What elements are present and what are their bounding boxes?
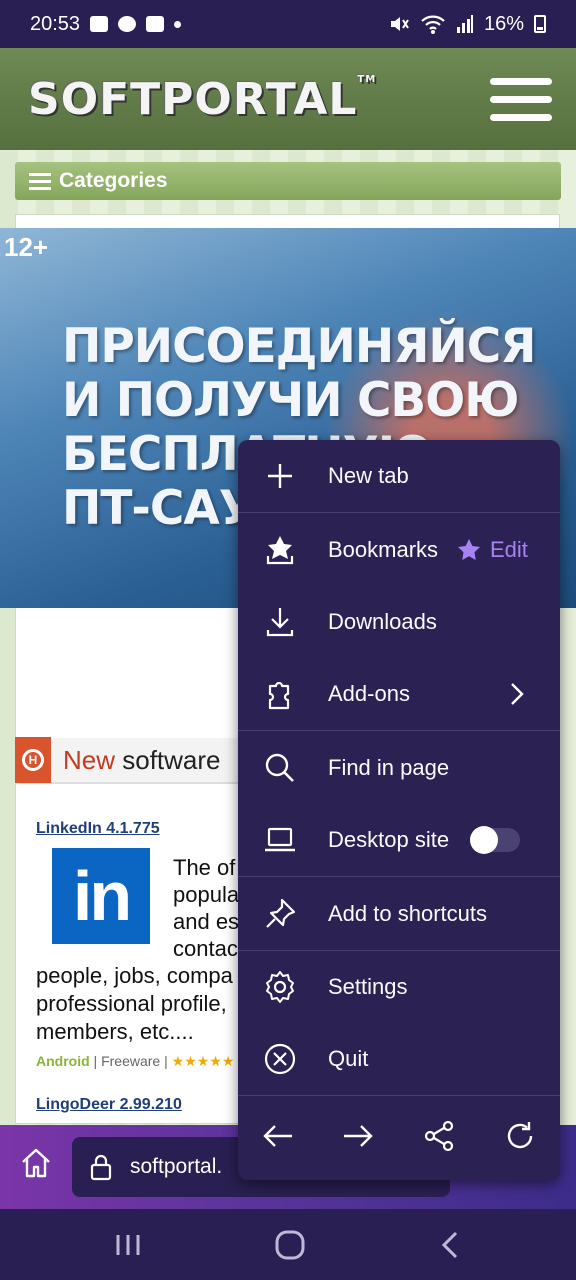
program-link-linkedin[interactable]: LinkedIn 4.1.775 bbox=[36, 820, 160, 838]
download-icon bbox=[266, 608, 294, 637]
site-logo[interactable]: SOFTPORTALTM bbox=[28, 74, 376, 125]
back-button-icon[interactable] bbox=[432, 1227, 472, 1263]
program-meta: Android | Freeware | ★★★★★ bbox=[36, 1053, 235, 1069]
gear-icon bbox=[266, 971, 294, 1003]
battery-icon bbox=[534, 15, 546, 33]
menu-item-add-to-shortcuts[interactable]: Add to shortcuts bbox=[238, 878, 560, 950]
home-icon[interactable] bbox=[18, 1145, 54, 1181]
browser-overflow-menu: New tab Bookmarks Edit Downloads Add-ons bbox=[238, 440, 560, 1180]
signal-icon bbox=[456, 15, 473, 33]
menu-nav-row bbox=[238, 1100, 560, 1172]
menu-item-desktop-site[interactable]: Desktop site bbox=[238, 804, 560, 876]
menu-item-downloads[interactable]: Downloads bbox=[238, 586, 560, 658]
categories-label: Categories bbox=[59, 169, 168, 192]
url-text: softportal. bbox=[130, 1155, 223, 1178]
mute-icon bbox=[390, 17, 409, 31]
more-notifications-icon bbox=[174, 20, 182, 28]
back-arrow-icon[interactable] bbox=[260, 1118, 296, 1154]
status-bar: 20:53 16% bbox=[0, 0, 576, 48]
menu-item-quit[interactable]: Quit bbox=[238, 1023, 560, 1095]
video-notification-icon bbox=[146, 16, 165, 32]
categories-bar[interactable]: Categories bbox=[15, 162, 561, 200]
program-description: professional profile, bbox=[36, 991, 227, 1016]
laptop-icon bbox=[265, 827, 295, 852]
site-menu-icon[interactable] bbox=[490, 77, 552, 121]
new-software-heading: H New software bbox=[15, 737, 255, 784]
menu-item-settings[interactable]: Settings bbox=[238, 951, 560, 1023]
menu-item-find-in-page[interactable]: Find in page bbox=[238, 732, 560, 804]
chevron-right-icon bbox=[511, 683, 524, 705]
divider bbox=[238, 730, 560, 731]
pin-icon bbox=[266, 898, 296, 928]
menu-item-add-ons[interactable]: Add-ons bbox=[238, 658, 560, 730]
menu-item-bookmarks[interactable]: Bookmarks Edit bbox=[238, 514, 560, 586]
softportal-badge-icon: H bbox=[15, 737, 51, 783]
puzzle-icon bbox=[268, 681, 290, 710]
system-nav-bar bbox=[0, 1209, 576, 1280]
linkedin-logo[interactable]: in bbox=[52, 848, 150, 944]
divider bbox=[238, 512, 560, 513]
program-description: contac bbox=[173, 936, 238, 961]
plus-icon bbox=[268, 464, 292, 488]
share-icon[interactable] bbox=[421, 1118, 457, 1154]
close-circle-icon bbox=[264, 1043, 296, 1075]
program-description: popula bbox=[173, 882, 240, 907]
site-header: SOFTPORTALTM bbox=[0, 48, 576, 150]
battery-percent: 16% bbox=[483, 12, 524, 35]
program-description: people, jobs, compa bbox=[36, 963, 233, 988]
home-button-icon[interactable] bbox=[270, 1227, 310, 1263]
divider bbox=[238, 876, 560, 877]
gallery-notification-icon bbox=[90, 16, 109, 32]
bookmarks-icon bbox=[266, 536, 294, 565]
forward-arrow-icon[interactable] bbox=[340, 1118, 376, 1154]
lock-icon[interactable] bbox=[90, 1153, 112, 1181]
telegram-notification-icon bbox=[118, 16, 137, 32]
menu-item-new-tab[interactable]: New tab bbox=[238, 440, 560, 512]
program-link-lingodeer[interactable]: LingoDeer 2.99.210 bbox=[36, 1096, 182, 1114]
star-icon bbox=[458, 539, 480, 560]
search-icon bbox=[265, 753, 294, 782]
program-description: and es bbox=[173, 909, 240, 934]
wifi-icon bbox=[421, 15, 445, 34]
ad-age-rating: 12+ bbox=[4, 232, 49, 262]
desktop-site-toggle[interactable] bbox=[470, 826, 520, 854]
program-description: members, etc.... bbox=[36, 1019, 194, 1044]
bookmarks-edit-button[interactable]: Edit bbox=[456, 537, 528, 563]
recent-apps-icon[interactable] bbox=[108, 1227, 148, 1263]
list-icon bbox=[29, 172, 51, 190]
status-time: 20:53 bbox=[30, 12, 81, 35]
divider bbox=[238, 1095, 560, 1096]
reload-icon[interactable] bbox=[502, 1118, 538, 1154]
program-description: The of bbox=[173, 855, 236, 880]
